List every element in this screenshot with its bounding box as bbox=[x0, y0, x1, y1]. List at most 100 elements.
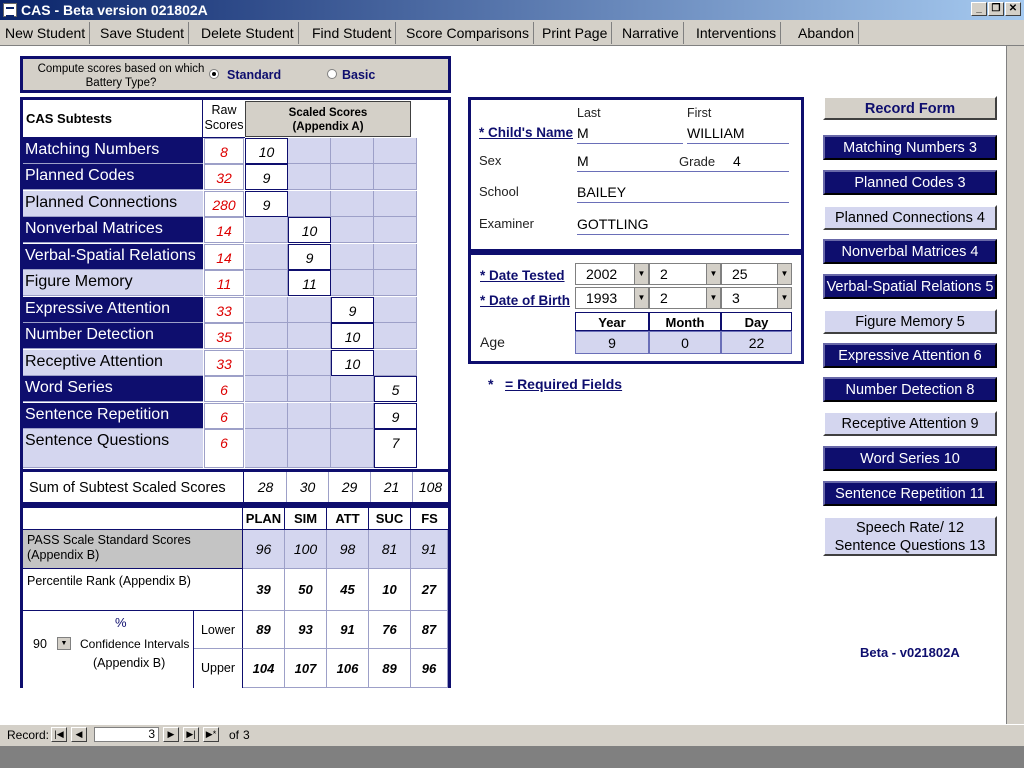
scaled-score-cell[interactable]: 11 bbox=[288, 270, 331, 296]
standard-radio[interactable] bbox=[209, 69, 219, 79]
next-record-icon[interactable]: ▶ bbox=[163, 727, 179, 742]
record-form-button[interactable]: Speech Rate/ 12 Sentence Questions 13 bbox=[823, 516, 997, 556]
minimize-button[interactable]: _ bbox=[971, 2, 987, 16]
scaled-score-cell[interactable]: 7 bbox=[374, 429, 417, 468]
record-total: 3 bbox=[243, 728, 250, 742]
ci-level-dropdown[interactable]: ▼ bbox=[57, 637, 71, 650]
record-form-button[interactable]: Planned Connections 4 bbox=[823, 205, 997, 230]
basic-radio[interactable] bbox=[327, 69, 337, 79]
vertical-scrollbar[interactable] bbox=[1006, 46, 1024, 724]
scaled-score-cell[interactable]: 10 bbox=[245, 138, 288, 164]
record-form-button[interactable]: Matching Numbers 3 bbox=[823, 135, 997, 160]
raw-scores-header: Raw Scores bbox=[203, 100, 245, 138]
birth-day-combo[interactable]: 3 ▼ bbox=[721, 287, 792, 309]
new-record-icon[interactable]: ▶* bbox=[203, 727, 219, 742]
scaled-score-cell bbox=[374, 270, 417, 296]
grade-field[interactable]: 4 bbox=[733, 153, 789, 172]
scaled-score-cell bbox=[331, 191, 374, 217]
raw-score-input[interactable]: 33 bbox=[204, 297, 244, 323]
raw-score-input[interactable]: 14 bbox=[204, 244, 244, 270]
menu-score-comparisons[interactable]: Score Comparisons bbox=[402, 22, 534, 44]
chevron-down-icon[interactable]: ▼ bbox=[706, 264, 720, 284]
raw-score-input[interactable]: 32 bbox=[204, 164, 244, 190]
subtest-name: Figure Memory bbox=[23, 270, 203, 296]
record-form-button[interactable]: Nonverbal Matrices 4 bbox=[823, 239, 997, 264]
restore-button[interactable]: ❐ bbox=[988, 2, 1004, 16]
menu-narrative[interactable]: Narrative bbox=[618, 22, 684, 44]
raw-score-input[interactable]: 33 bbox=[204, 350, 244, 376]
title-bar: CAS - Beta version 021802A _ ❐ ✕ bbox=[0, 0, 1024, 20]
sum-row: Sum of Subtest Scaled Scores 28 30 29 21… bbox=[20, 469, 451, 505]
raw-score-input[interactable]: 6 bbox=[204, 403, 244, 429]
raw-score-input[interactable]: 8 bbox=[204, 138, 244, 164]
subtest-name: Nonverbal Matrices bbox=[23, 217, 203, 243]
hdr-att: ATT bbox=[327, 508, 369, 530]
record-form-button[interactable]: Verbal-Spatial Relations 5 bbox=[823, 274, 997, 299]
raw-score-input[interactable]: 11 bbox=[204, 270, 244, 296]
menu-bar: New Student Save Student Delete Student … bbox=[0, 20, 1024, 46]
menu-save-student[interactable]: Save Student bbox=[96, 22, 190, 44]
raw-score-input[interactable]: 14 bbox=[204, 217, 244, 243]
ci-lower-value: 76 bbox=[369, 611, 411, 649]
scaled-score-cell bbox=[374, 323, 417, 349]
percentile-label: Percentile Rank (Appendix B) bbox=[23, 569, 243, 611]
standard-score-value: 98 bbox=[327, 530, 369, 569]
record-number-input[interactable]: 3 bbox=[94, 727, 159, 742]
record-form-button[interactable]: Receptive Attention 9 bbox=[823, 411, 997, 436]
chevron-down-icon[interactable]: ▼ bbox=[777, 264, 791, 284]
scaled-score-cell[interactable]: 9 bbox=[288, 244, 331, 270]
scaled-score-cell[interactable]: 10 bbox=[331, 323, 374, 349]
menu-find-student[interactable]: Find Student bbox=[308, 22, 397, 44]
last-record-icon[interactable]: ▶| bbox=[183, 727, 199, 742]
school-field[interactable]: BAILEY bbox=[577, 184, 789, 203]
raw-score-input[interactable]: 6 bbox=[204, 429, 244, 468]
examiner-field[interactable]: GOTTLING bbox=[577, 216, 789, 235]
grade-label: Grade bbox=[679, 154, 716, 169]
tested-day-combo[interactable]: 25 ▼ bbox=[721, 263, 792, 285]
pass-scores-table: PLAN SIM ATT SUC FS PASS Scale Standard … bbox=[20, 505, 451, 688]
age-year-header: Year bbox=[575, 312, 649, 331]
sum-label: Sum of Subtest Scaled Scores bbox=[29, 480, 226, 496]
previous-record-icon[interactable]: ◀ bbox=[71, 727, 87, 742]
scaled-score-cell[interactable]: 9 bbox=[245, 191, 288, 217]
first-record-icon[interactable]: |◀ bbox=[51, 727, 67, 742]
scaled-score-cell[interactable]: 5 bbox=[374, 376, 417, 402]
scaled-score-cell bbox=[245, 376, 288, 402]
hdr-suc: SUC bbox=[369, 508, 411, 530]
scaled-score-cell[interactable]: 9 bbox=[374, 403, 417, 429]
chevron-down-icon[interactable]: ▼ bbox=[777, 288, 791, 308]
subtest-name: Planned Connections bbox=[23, 191, 203, 217]
close-button[interactable]: ✕ bbox=[1005, 2, 1021, 16]
scaled-score-cell[interactable]: 9 bbox=[331, 297, 374, 323]
menu-abandon[interactable]: Abandon bbox=[794, 22, 860, 44]
tested-month-combo[interactable]: 2 ▼ bbox=[649, 263, 721, 285]
record-form-button[interactable]: Sentence Repetition 11 bbox=[823, 481, 997, 506]
birth-month-combo[interactable]: 2 ▼ bbox=[649, 287, 721, 309]
chevron-down-icon[interactable]: ▼ bbox=[706, 288, 720, 308]
record-form-button[interactable]: Expressive Attention 6 bbox=[823, 343, 997, 368]
ci-level: 90 bbox=[33, 637, 47, 651]
scaled-score-cell[interactable]: 9 bbox=[245, 164, 288, 190]
raw-score-input[interactable]: 280 bbox=[204, 191, 244, 217]
last-name-field[interactable]: M bbox=[577, 125, 683, 144]
chevron-down-icon[interactable]: ▼ bbox=[634, 264, 648, 284]
scaled-score-cell bbox=[245, 297, 288, 323]
raw-score-input[interactable]: 35 bbox=[204, 323, 244, 349]
ci-lower-value: 91 bbox=[327, 611, 369, 649]
tested-year-combo[interactable]: 2002 ▼ bbox=[575, 263, 649, 285]
raw-score-input[interactable]: 6 bbox=[204, 376, 244, 402]
scaled-score-cell[interactable]: 10 bbox=[288, 217, 331, 243]
record-form-button[interactable]: Word Series 10 bbox=[823, 446, 997, 471]
record-form-button[interactable]: Planned Codes 3 bbox=[823, 170, 997, 195]
menu-print-page[interactable]: Print Page bbox=[538, 22, 613, 44]
scaled-score-cell[interactable]: 10 bbox=[331, 350, 374, 376]
menu-new-student[interactable]: New Student bbox=[1, 22, 91, 44]
birth-year-combo[interactable]: 1993 ▼ bbox=[575, 287, 649, 309]
record-form-button[interactable]: Figure Memory 5 bbox=[823, 309, 997, 334]
menu-delete-student[interactable]: Delete Student bbox=[197, 22, 299, 44]
chevron-down-icon[interactable]: ▼ bbox=[634, 288, 648, 308]
first-name-field[interactable]: WILLIAM bbox=[687, 125, 789, 144]
menu-interventions[interactable]: Interventions bbox=[692, 22, 782, 44]
required-star: * bbox=[488, 376, 494, 392]
record-form-button[interactable]: Number Detection 8 bbox=[823, 377, 997, 402]
